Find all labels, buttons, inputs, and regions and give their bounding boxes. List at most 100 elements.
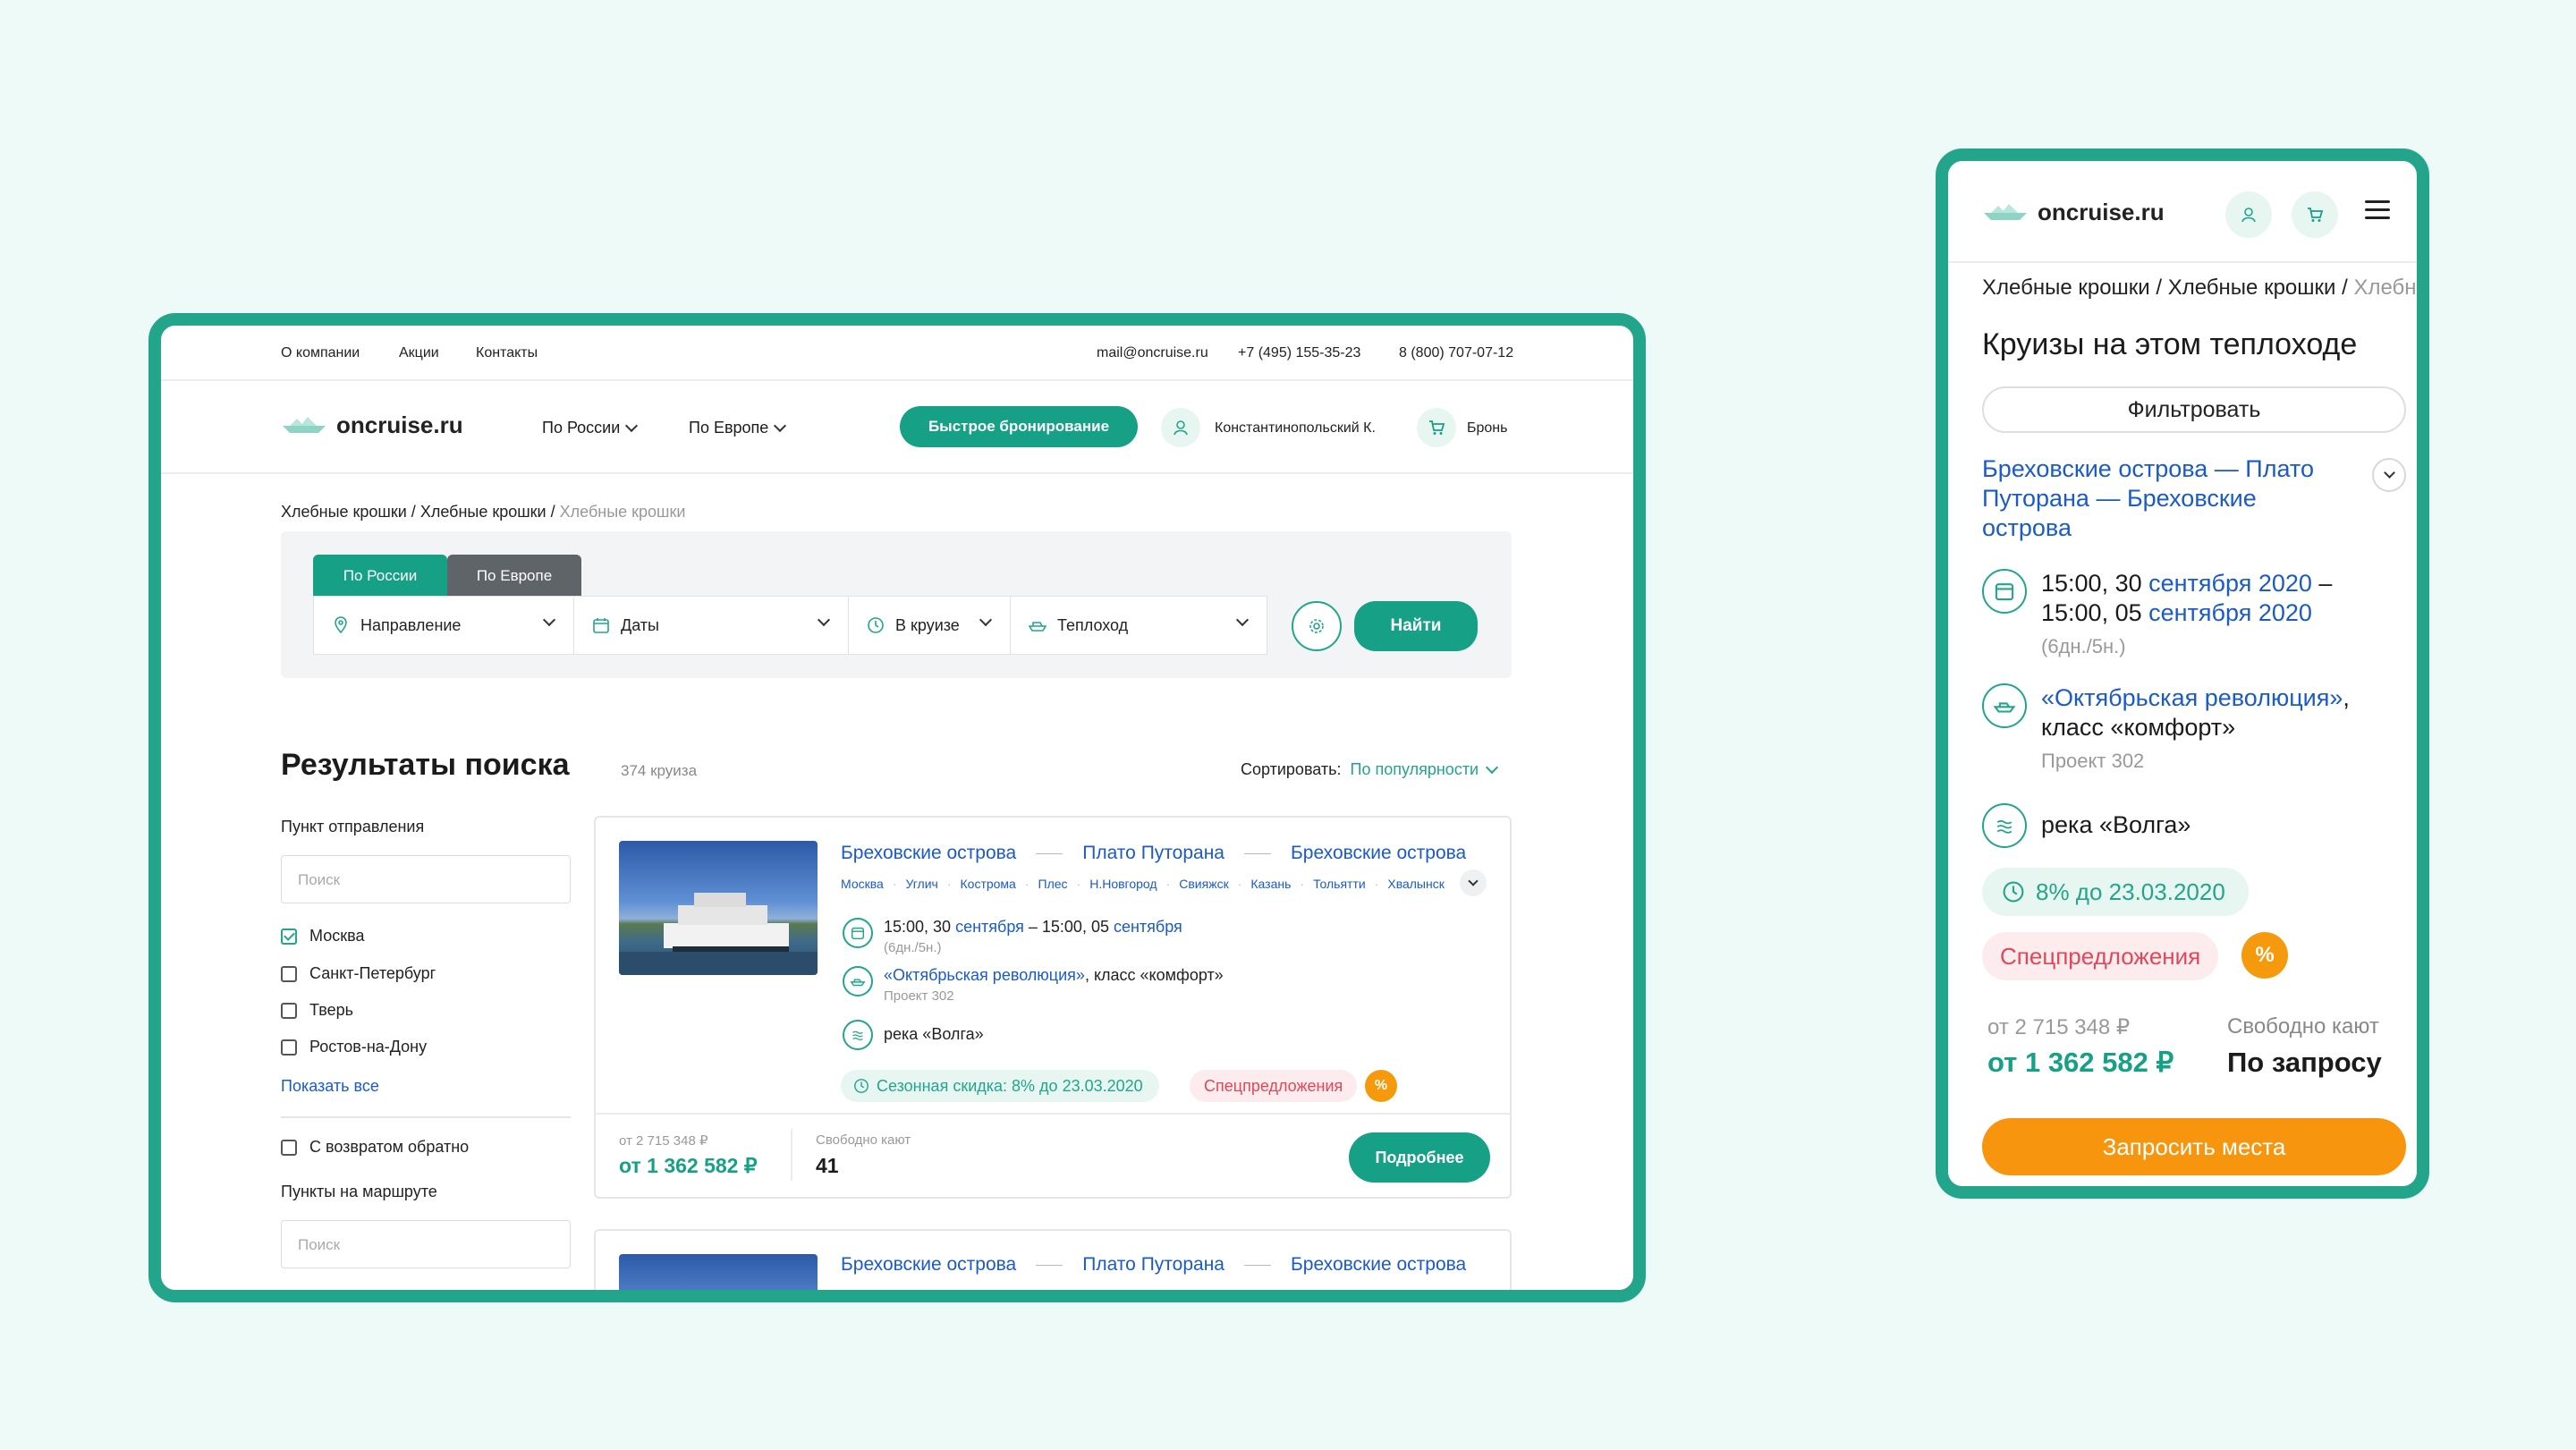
route-link[interactable]: Бреховские острова — Плато Путорана — Бр… [1982, 454, 2349, 543]
sort-value[interactable]: По популярности [1351, 760, 1479, 779]
details-button[interactable]: Подробнее [1349, 1132, 1490, 1183]
route-point[interactable]: Бреховские острова [841, 1254, 1016, 1276]
top-bar: О компании Акции Контакты mail@oncruise.… [161, 326, 1633, 381]
nav-russia-label: По России [542, 419, 621, 437]
filter-route-points-title: Пункты на маршруте [281, 1183, 437, 1200]
link-about[interactable]: О компании [281, 345, 360, 361]
show-all-link[interactable]: Показать все [281, 1077, 379, 1096]
cart-icon[interactable] [1417, 408, 1456, 447]
river-link[interactable]: река «Волга» [884, 1025, 984, 1044]
phone-link-2[interactable]: 8 (800) 707-07-12 [1399, 345, 1513, 361]
route-point[interactable]: Плато Путорана [1082, 1254, 1224, 1276]
discount-text: Сезонная скидка: 8% до 23.03.2020 [877, 1076, 1143, 1095]
dates-label: Даты [621, 615, 659, 634]
city-checkbox-spb[interactable]: Санкт-Петербург [281, 964, 436, 983]
cruise-card: Бреховские острова Плато Путорана Брехов… [594, 816, 1512, 1199]
price: от 1 362 582 ₽ [619, 1154, 758, 1177]
stop-link[interactable]: Тольятти [1313, 877, 1366, 891]
nav-russia[interactable]: По России [542, 419, 639, 437]
stop-link[interactable]: Москва [841, 877, 884, 891]
return-checkbox[interactable]: С возвратом обратно [281, 1138, 469, 1157]
discount-badge: 8% до 23.03.2020 [1982, 868, 2249, 916]
ship-name-link[interactable]: «Октябрьская революция» [884, 966, 1085, 984]
breadcrumb-items[interactable]: Хлебные крошки / Хлебные крошки / [1982, 276, 2353, 300]
checkbox-icon [281, 965, 297, 982]
checkbox-icon [281, 1039, 297, 1056]
calendar-icon [1982, 569, 2027, 614]
stop-link[interactable]: Углич [905, 877, 937, 891]
cabins-value: По запросу [2227, 1047, 2382, 1078]
ship-icon [1029, 622, 1046, 632]
sort-label: Сортировать: [1241, 760, 1342, 778]
route-point[interactable]: Бреховские острова [1291, 1254, 1466, 1276]
dates-text: 15:00, 30 сентября 2020 – 15:00, 05 сент… [2041, 569, 2332, 661]
menu-icon[interactable] [2365, 200, 2390, 220]
user-icon[interactable] [1161, 408, 1200, 447]
cruise-card: Бреховские острова Плато Путорана Брехов… [594, 1229, 1512, 1290]
cart-icon[interactable] [2292, 191, 2338, 238]
city-checkbox-moscow[interactable]: Москва [281, 927, 364, 945]
expand-stops-button[interactable] [1460, 869, 1487, 896]
river-link[interactable]: река «Волга» [2041, 810, 2190, 840]
city-label: Ростов-на-Дону [309, 1038, 428, 1056]
user-icon[interactable] [2225, 191, 2272, 238]
city-checkbox-tver[interactable]: Тверь [281, 1001, 353, 1020]
nav-europe[interactable]: По Европе [689, 419, 787, 437]
filter-button[interactable]: Фильтровать [1982, 386, 2406, 433]
route-line: Бреховские острова Плато Путорана Брехов… [841, 1254, 1466, 1276]
results-count: 374 круиза [621, 762, 698, 779]
ship-info-text: «Октябрьская революция», класс «комфорт»… [884, 966, 1224, 1004]
settings-gear-button[interactable] [1292, 601, 1342, 651]
desktop-frame: О компании Акции Контакты mail@oncruise.… [148, 313, 1646, 1302]
route-point[interactable]: Бреховские острова [1291, 843, 1466, 864]
dates-select[interactable]: Даты [573, 596, 849, 655]
special-offer-badge[interactable]: Спецпредложения [1190, 1070, 1358, 1102]
stop-link[interactable]: Плес [1038, 877, 1068, 891]
route-line: Бреховские острова Плато Путорана Брехов… [841, 843, 1466, 864]
link-promo[interactable]: Акции [399, 345, 439, 361]
stop-link[interactable]: Казань [1250, 877, 1291, 891]
logo[interactable]: oncruise.ru [1982, 199, 2165, 226]
departure-search-input[interactable]: Поиск [281, 855, 571, 903]
link-contacts[interactable]: Контакты [476, 345, 538, 361]
sort-control[interactable]: Сортировать: По популярности [1241, 760, 1499, 779]
stop-link[interactable]: Кострома [961, 877, 1016, 891]
divider [791, 1129, 792, 1181]
cart-label[interactable]: Бронь [1467, 420, 1507, 437]
route-points-search-input[interactable]: Поиск [281, 1220, 571, 1268]
city-label: Москва [309, 927, 365, 945]
chevron-down-icon [817, 613, 831, 627]
breadcrumb-item[interactable]: Хлебные крошки [281, 503, 407, 521]
ship-photo[interactable] [619, 1254, 818, 1290]
search-submit-button[interactable]: Найти [1354, 601, 1478, 651]
request-seats-button[interactable]: Запросить места [1982, 1118, 2406, 1175]
ship-info-text: «Октябрьская революция», класс «комфорт»… [2041, 683, 2399, 776]
special-offer-badge[interactable]: Спецпредложения [1982, 932, 2219, 980]
email-link[interactable]: mail@oncruise.ru [1097, 345, 1208, 361]
filter-departure-title: Пункт отправления [281, 818, 425, 835]
quick-booking-button[interactable]: Быстрое бронирование [900, 406, 1138, 447]
tab-europe[interactable]: По Европе [447, 555, 581, 598]
city-label: Санкт-Петербург [309, 964, 436, 982]
stop-link[interactable]: Хвалынск [1387, 877, 1445, 891]
expand-button[interactable] [2372, 458, 2406, 492]
ship-logo-icon [283, 416, 326, 433]
phone-link-1[interactable]: +7 (495) 155-35-23 [1238, 345, 1360, 361]
duration-select[interactable]: В круизе [848, 596, 1011, 655]
ship-photo[interactable] [619, 841, 818, 975]
breadcrumb-current: Хлебные крошки [559, 503, 686, 521]
search-panel: По России По Европе Направление Даты В к… [281, 531, 1512, 678]
logo[interactable]: oncruise.ru [281, 411, 463, 439]
tab-russia[interactable]: По России [313, 555, 447, 598]
route-point[interactable]: Плато Путорана [1082, 843, 1224, 864]
user-name[interactable]: Константинопольский К. [1215, 420, 1376, 437]
route-point[interactable]: Бреховские острова [841, 843, 1016, 864]
ship-name-link[interactable]: «Октябрьская революция» [2041, 684, 2343, 711]
direction-select[interactable]: Направление [313, 596, 574, 655]
city-label: Тверь [309, 1001, 353, 1019]
breadcrumb-item[interactable]: Хлебные крошки [420, 503, 547, 521]
stop-link[interactable]: Н.Новгород [1089, 877, 1157, 891]
city-checkbox-rostov[interactable]: Ростов-на-Дону [281, 1038, 427, 1056]
ship-select[interactable]: Теплоход [1010, 596, 1267, 655]
stop-link[interactable]: Свияжск [1179, 877, 1228, 891]
